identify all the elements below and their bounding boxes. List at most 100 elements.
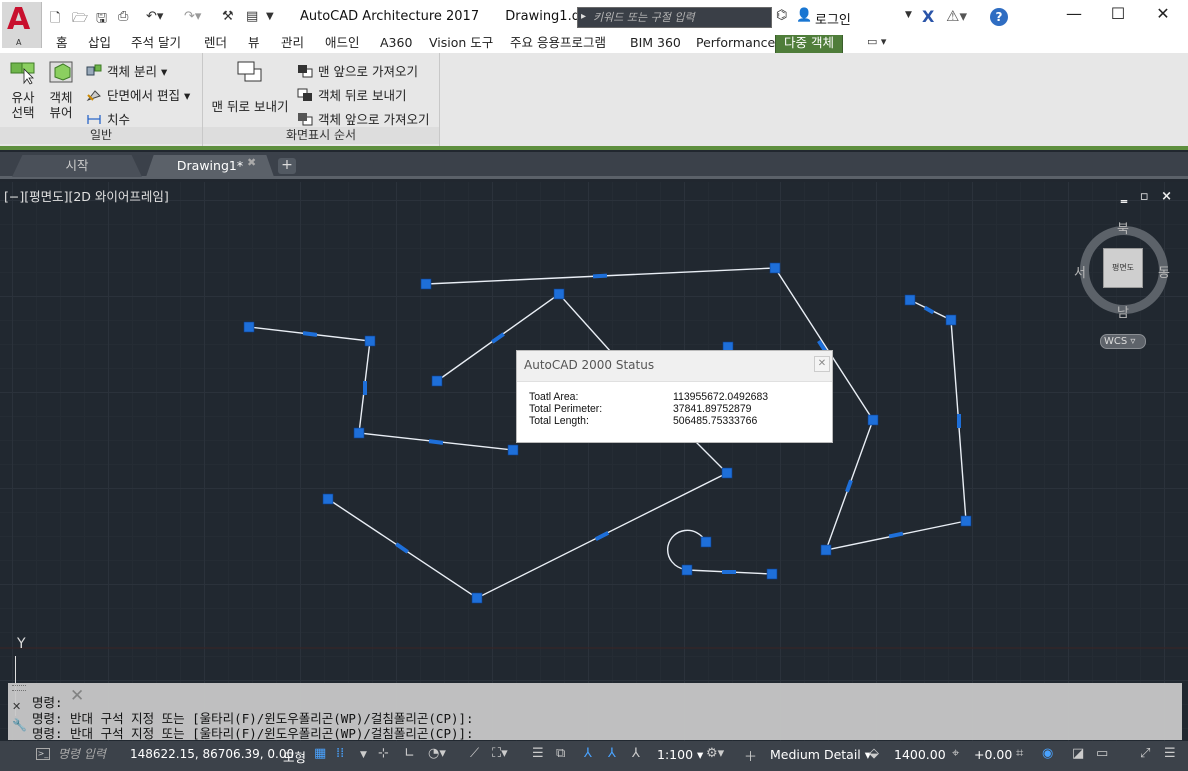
tab-bim360[interactable]: BIM 360 — [630, 35, 681, 53]
object-snap-tracking-icon[interactable]: ⛶▾ — [492, 746, 508, 761]
elevation-icon[interactable]: ⬙ — [869, 746, 879, 761]
minimize-button[interactable]: — — [1054, 4, 1094, 26]
autodesk-a360-icon[interactable]: ⚠▾ — [946, 7, 967, 25]
workspace-gear-icon[interactable]: ⚙▾ — [706, 746, 724, 761]
compass-west[interactable]: 서 — [1074, 262, 1086, 281]
bring-to-front-button[interactable]: 맨 앞으로 가져오기 — [297, 61, 418, 80]
help-icon[interactable]: ? — [990, 8, 1008, 26]
bring-forward-label: 객체 앞으로 가져오기 — [318, 112, 430, 127]
user-icon[interactable]: 👤 — [796, 8, 812, 23]
tab-manage[interactable]: 관리 — [281, 35, 304, 53]
new-file-icon[interactable]: 🗋 — [50, 9, 60, 27]
tab-multiple-objects[interactable]: 다중 객체 — [775, 35, 843, 53]
command-cancel-icon[interactable]: ✕ — [70, 686, 84, 706]
coordinates-readout[interactable]: 148622.15, 86706.39, 0.00 — [130, 747, 294, 761]
command-window-grip-icon[interactable] — [12, 685, 26, 691]
scale-dropdown[interactable]: 1:100 ▾ — [657, 747, 703, 762]
viewcube[interactable]: 평면도 북 남 동 서 WCS ▿ — [1070, 212, 1180, 349]
viewcube-top-face[interactable]: 평면도 — [1103, 248, 1143, 288]
edit-in-section-button[interactable]: 단면에서 편집 ▾ — [86, 85, 190, 104]
tab-start[interactable]: 시작 — [12, 155, 142, 177]
save-icon[interactable]: 🖫 — [96, 9, 107, 27]
polyline-left[interactable] — [248, 326, 514, 451]
tab-home[interactable]: 홈 — [56, 35, 68, 53]
object-viewer-button[interactable]: 객체 뷰어 — [44, 59, 78, 120]
model-space-button[interactable]: 모형 — [283, 747, 306, 766]
transparency-icon[interactable]: ⧉ — [556, 746, 565, 761]
surface-hatch-icon[interactable]: ⌗ — [1016, 746, 1023, 761]
isolate-objects-button[interactable]: 객체 분리 ▾ — [86, 61, 167, 80]
cut-plane-icon[interactable]: ⌖ — [952, 746, 959, 761]
exchange-apps-icon[interactable]: X — [922, 7, 934, 26]
lineweight-icon[interactable]: ☰ — [532, 746, 544, 761]
new-tab-button[interactable]: + — [278, 158, 296, 174]
tab-annotate[interactable]: 주석 달기 — [131, 35, 181, 53]
offset-value[interactable]: +0.00 — [974, 747, 1012, 762]
dimension-button[interactable]: 치수 — [86, 109, 130, 128]
match-properties-icon[interactable]: ⚒ — [222, 9, 234, 27]
add-scale-icon[interactable]: ＋ — [744, 746, 757, 765]
ortho-icon[interactable]: ∟ — [404, 746, 415, 761]
annotation-scale-icon[interactable]: ⅄ — [632, 746, 640, 761]
qat-document-icon[interactable]: ▤ — [246, 9, 258, 27]
panel-toggle-icon[interactable]: ▭ ▾ — [867, 35, 886, 48]
compass-south[interactable]: 남 — [1117, 302, 1129, 321]
compass-north[interactable]: 북 — [1117, 218, 1129, 237]
maximize-button[interactable]: ☐ — [1098, 4, 1138, 26]
binoculars-icon[interactable]: ⌬ — [776, 8, 787, 23]
isometric-drafting-icon[interactable]: ⟋ — [470, 746, 479, 761]
chevron-down-icon[interactable]: ▼ — [905, 10, 912, 20]
tab-render[interactable]: 렌더 — [204, 35, 227, 53]
qat-customize-icon[interactable]: ▼ — [266, 11, 274, 29]
undo-icon[interactable]: ↶▾ — [146, 9, 163, 27]
search-box[interactable]: ▸ — [577, 7, 772, 28]
quick-properties-icon[interactable]: ▭ — [1096, 746, 1108, 761]
tab-view[interactable]: 뷰 — [248, 35, 260, 53]
close-button[interactable]: ✕ — [1143, 4, 1183, 26]
send-to-back-button[interactable]: 맨 뒤로 보내기 — [207, 59, 293, 114]
customization-menu-icon[interactable]: ☰ — [1164, 746, 1176, 761]
elevation-value[interactable]: 1400.00 — [894, 747, 946, 762]
snap-menu-chevron-icon[interactable]: ▼ — [360, 750, 367, 760]
polar-tracking-icon[interactable]: ◔▾ — [428, 746, 446, 761]
dialog-close-button[interactable]: ✕ — [814, 356, 830, 372]
bring-forward-button[interactable]: 객체 앞으로 가져오기 — [297, 109, 429, 128]
clean-screen-icon[interactable]: ⤢ — [1140, 746, 1150, 761]
polyline-middle-2[interactable] — [327, 435, 729, 599]
graphics-performance-icon[interactable]: ◪ — [1072, 746, 1084, 761]
command-close-icon[interactable]: ✕ — [12, 700, 21, 713]
tab-a360[interactable]: A360 — [380, 35, 412, 53]
tab-featured-apps[interactable]: 주요 응용프로그램 — [510, 35, 606, 53]
select-similar-button[interactable]: 유사 선택 — [6, 59, 40, 120]
object-viewer-icon — [49, 61, 73, 83]
command-prompt-icon[interactable]: >_ — [36, 748, 50, 760]
bring-to-front-label: 맨 앞으로 가져오기 — [318, 64, 418, 79]
status-dialog: AutoCAD 2000 Status ✕ Toatl Area: 113955… — [516, 350, 833, 443]
command-input-wrap[interactable]: >_ — [30, 744, 126, 764]
grid-icon[interactable]: ▦ — [314, 746, 326, 761]
close-tab-icon[interactable]: ✖ — [247, 156, 256, 169]
infer-constraints-icon[interactable]: ⊹ — [378, 746, 389, 761]
login-button[interactable]: 로그인 — [815, 9, 851, 28]
annotation-visibility-icon[interactable]: ⅄ — [584, 746, 592, 761]
ribbon-tabs: 홈 삽입 주석 달기 렌더 뷰 관리 애드인 A360 Vision 도구 주요… — [0, 34, 1188, 53]
redo-icon[interactable]: ↷▾ — [184, 9, 201, 27]
open-file-icon[interactable]: 🗁 — [72, 9, 88, 27]
search-input[interactable] — [593, 9, 768, 26]
tab-addins[interactable]: 애드인 — [325, 35, 360, 53]
isolate-objects-status-icon[interactable]: ◉ — [1042, 746, 1053, 761]
annotation-autoscale-icon[interactable]: ⅄ — [608, 746, 616, 761]
compass-east[interactable]: 동 — [1158, 262, 1170, 281]
send-backward-button[interactable]: 객체 뒤로 보내기 — [297, 85, 406, 104]
panel-title-general: 일반 — [0, 127, 202, 144]
snap-icon[interactable]: ⁞⁞ — [336, 746, 344, 761]
print-icon[interactable]: ⎙ — [118, 9, 128, 27]
tab-vision-tools[interactable]: Vision 도구 — [429, 35, 493, 53]
application-menu-button[interactable]: A A — [2, 2, 42, 48]
command-customize-icon[interactable]: 🔧 — [12, 718, 27, 732]
wcs-menu[interactable]: WCS ▿ — [1100, 334, 1146, 349]
display-configuration-dropdown[interactable]: Medium Detail ▾ — [770, 747, 871, 762]
tab-insert[interactable]: 삽입 — [88, 35, 111, 53]
tab-performance[interactable]: Performance — [696, 35, 775, 53]
search-expand-icon[interactable]: ▸ — [581, 11, 586, 22]
